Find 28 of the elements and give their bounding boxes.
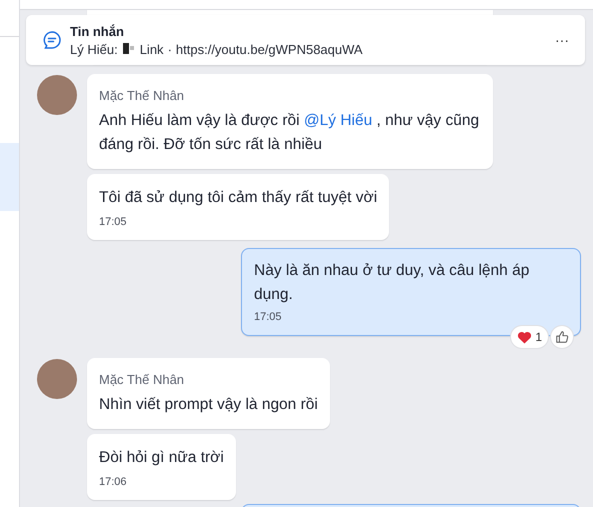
message-time: 17:05 — [254, 311, 283, 323]
pinned-title: Tin nhắn — [70, 24, 125, 38]
pinned-link[interactable]: https://youtu.be/gWPN58aquWA — [176, 42, 363, 56]
thumbs-up-icon — [555, 330, 569, 344]
chat-bubble-icon — [42, 30, 62, 50]
message-text: Nhìn viết prompt vậy là ngon rồi — [99, 395, 318, 415]
message-time: 17:06 — [99, 476, 128, 488]
avatar[interactable] — [37, 359, 77, 399]
pinned-sender: Lý Hiếu: — [70, 42, 118, 56]
pinned-type: Link — [140, 42, 164, 56]
like-button[interactable] — [551, 326, 573, 348]
separator-dot: · — [168, 42, 172, 56]
pinned-message-banner[interactable]: Tin nhắn Lý Hiếu: Link · https://youtu.be/gWPN58aquWA ··· — [26, 15, 585, 65]
message-time: 17:05 — [99, 216, 128, 228]
heart-icon — [517, 330, 532, 344]
selected-conversation-highlight — [0, 143, 19, 211]
message-text: Này là ăn nhau ở tư duy, và câu lệnh áp dụng. — [254, 261, 530, 305]
message-text: Anh Hiếu làm vậy là được rồi @Lý Hiếu , như vậy cũng đáng rồi. Đỡ tốn sức rất là nhiều — [99, 111, 480, 155]
more-button[interactable]: ··· — [551, 32, 573, 48]
avatar[interactable] — [37, 75, 77, 115]
sender-name: Mặc Thế Nhân — [99, 372, 186, 387]
mention-link[interactable]: @Lý Hiếu — [304, 112, 372, 129]
message-text: Tôi đã sử dụng tôi cảm thấy rất tuyệt vời — [99, 188, 378, 208]
sender-name: Mặc Thế Nhân — [99, 88, 186, 103]
message-text: Đòi hỏi gì nữa trời — [99, 448, 224, 468]
thumbnail-icon — [122, 43, 136, 55]
reaction-count: 1 — [535, 330, 542, 344]
reaction-badge[interactable]: 1 — [511, 326, 548, 348]
